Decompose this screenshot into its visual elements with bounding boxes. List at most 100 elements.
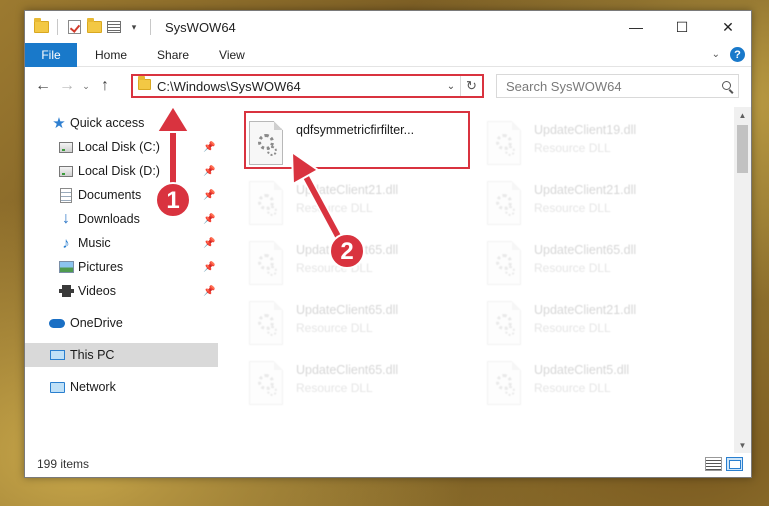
file-item[interactable]: UpdateClient21.dll Resource DLL (483, 175, 709, 233)
tab-view[interactable]: View (204, 43, 260, 67)
sidebar-item-quick-access[interactable]: ★ Quick access (25, 111, 218, 135)
new-folder-icon[interactable] (86, 18, 102, 35)
sidebar-item-label: OneDrive (70, 316, 123, 330)
file-item[interactable]: UpdateClient21.dll Resource DLL (483, 295, 709, 353)
window-controls: — ☐ ✕ (613, 11, 751, 43)
pin-icon[interactable]: 📌 (203, 214, 215, 225)
address-bar[interactable]: C:\Windows\SysWOW64 ⌄ ↻ (131, 74, 484, 98)
file-name: UpdateClient65.dll (296, 303, 399, 317)
address-dropdown-icon[interactable]: ⌄ (442, 81, 460, 92)
help-icon[interactable]: ? (730, 47, 745, 62)
sidebar-item-videos[interactable]: Videos 📌 (25, 279, 218, 303)
folder-icon (33, 18, 49, 35)
dll-file-icon (249, 301, 283, 345)
pin-icon[interactable]: 📌 (203, 238, 215, 249)
sidebar-item-onedrive[interactable]: OneDrive (25, 311, 218, 335)
close-button[interactable]: ✕ (705, 11, 751, 43)
pin-icon[interactable]: 📌 (203, 190, 215, 201)
file-item[interactable]: UpdateClient21.dll Resource DLL (245, 175, 471, 233)
scroll-up-icon[interactable]: ▲ (734, 107, 751, 123)
large-icons-view-icon[interactable] (726, 457, 743, 471)
status-bar: 199 items (25, 451, 751, 477)
music-icon: ♪ (62, 234, 70, 252)
file-name: UpdateClient21.dll (534, 303, 637, 317)
sidebar-item-documents[interactable]: Documents 📌 (25, 183, 218, 207)
sidebar-item-label: Downloads (78, 212, 140, 226)
sidebar-item-label: Local Disk (D:) (78, 164, 160, 178)
search-box[interactable]: Search SysWOW64 (496, 74, 739, 98)
search-input[interactable]: Search SysWOW64 (506, 79, 716, 94)
network-icon (49, 379, 65, 395)
pictures-icon (58, 259, 74, 275)
sidebar-item-pictures[interactable]: Pictures 📌 (25, 255, 218, 279)
sidebar-item-local-disk-d[interactable]: Local Disk (D:) 📌 (25, 159, 218, 183)
item-count: 199 items (37, 457, 90, 471)
file-name: UpdateClient19.dll (534, 123, 637, 137)
this-pc-icon (49, 347, 65, 363)
file-name: UpdateClient21.dll (534, 183, 637, 197)
pin-icon[interactable]: 📌 (203, 262, 215, 273)
tab-share[interactable]: Share (142, 43, 204, 67)
address-path[interactable]: C:\Windows\SysWOW64 (157, 79, 442, 94)
sidebar-item-network[interactable]: Network (25, 375, 218, 399)
pin-icon[interactable]: 📌 (203, 286, 215, 297)
vertical-scrollbar[interactable]: ▲ ▼ (734, 107, 751, 453)
videos-icon (58, 283, 74, 299)
file-item[interactable]: UpdateClient65.dll Resource DLL (483, 235, 709, 293)
navigation-pane: ★ Quick access Local Disk (C:) 📌 Local D… (25, 111, 218, 451)
up-button[interactable]: ↑ (93, 74, 117, 98)
file-item[interactable]: UpdateClient65.dll Resource DLL (245, 295, 471, 353)
minimize-button[interactable]: — (613, 11, 659, 43)
file-type: Resource DLL (534, 261, 611, 275)
navigation-bar: ← → ⌄ ↑ C:\Windows\SysWOW64 ⌄ ↻ Search S… (25, 67, 751, 105)
customize-toolbar-icon[interactable]: ▾ (126, 19, 142, 35)
sidebar-item-local-disk-c[interactable]: Local Disk (C:) 📌 (25, 135, 218, 159)
details-view-icon[interactable] (705, 457, 722, 471)
file-name: UpdateClient65.dll (296, 243, 399, 257)
file-item[interactable]: UpdateClient65.dll Resource DLL (245, 355, 471, 413)
tab-file[interactable]: File (25, 42, 77, 67)
ribbon-right: ⌄ ? (712, 47, 745, 62)
sidebar-item-label: Music (78, 236, 111, 250)
dll-file-icon (249, 361, 283, 405)
sidebar-item-downloads[interactable]: ↓ Downloads 📌 (25, 207, 218, 231)
sidebar-item-label: Quick access (70, 116, 145, 130)
download-icon: ↓ (62, 210, 70, 227)
file-item[interactable]: UpdateClient65.dll Resource DLL (245, 235, 471, 293)
scroll-thumb[interactable] (737, 125, 748, 173)
file-name: UpdateClient65.dll (296, 363, 399, 377)
drive-icon (58, 139, 74, 155)
search-icon[interactable] (716, 80, 738, 91)
forward-button[interactable]: → (55, 74, 79, 98)
dll-file-icon (249, 181, 283, 225)
file-type: Resource DLL (296, 201, 373, 215)
divider (150, 19, 151, 35)
file-name: UpdateClient65.dll (534, 243, 637, 257)
dll-file-icon (487, 241, 521, 285)
ribbon-tabs: File Home Share View ⌄ ? (25, 42, 751, 67)
file-type: Resource DLL (296, 261, 373, 275)
star-icon: ★ (52, 115, 66, 132)
sidebar-item-this-pc[interactable]: This PC (25, 343, 218, 367)
properties-icon[interactable] (106, 19, 122, 35)
sidebar-item-music[interactable]: ♪ Music 📌 (25, 231, 218, 255)
file-type: Resource DLL (534, 141, 611, 155)
expand-ribbon-icon[interactable]: ⌄ (712, 49, 720, 60)
back-button[interactable]: ← (31, 74, 55, 98)
file-item[interactable]: UpdateClient19.dll Resource DLL (483, 115, 709, 173)
pin-icon[interactable]: 📌 (203, 166, 215, 177)
divider (57, 19, 58, 35)
sidebar-item-label: Videos (78, 284, 116, 298)
drive-icon (58, 163, 74, 179)
recent-locations-button[interactable]: ⌄ (79, 81, 93, 92)
tab-home[interactable]: Home (77, 43, 142, 67)
pin-icon[interactable]: 📌 (203, 142, 215, 153)
properties-check-icon[interactable] (66, 19, 82, 35)
file-item[interactable]: UpdateClient5.dll Resource DLL (483, 355, 709, 413)
window-title: SysWOW64 (165, 19, 236, 35)
refresh-button[interactable]: ↻ (460, 76, 482, 96)
file-type: Resource DLL (534, 201, 611, 215)
quick-access-toolbar: ▾ (33, 18, 155, 35)
file-type: Resource DLL (296, 321, 373, 335)
maximize-button[interactable]: ☐ (659, 11, 705, 43)
